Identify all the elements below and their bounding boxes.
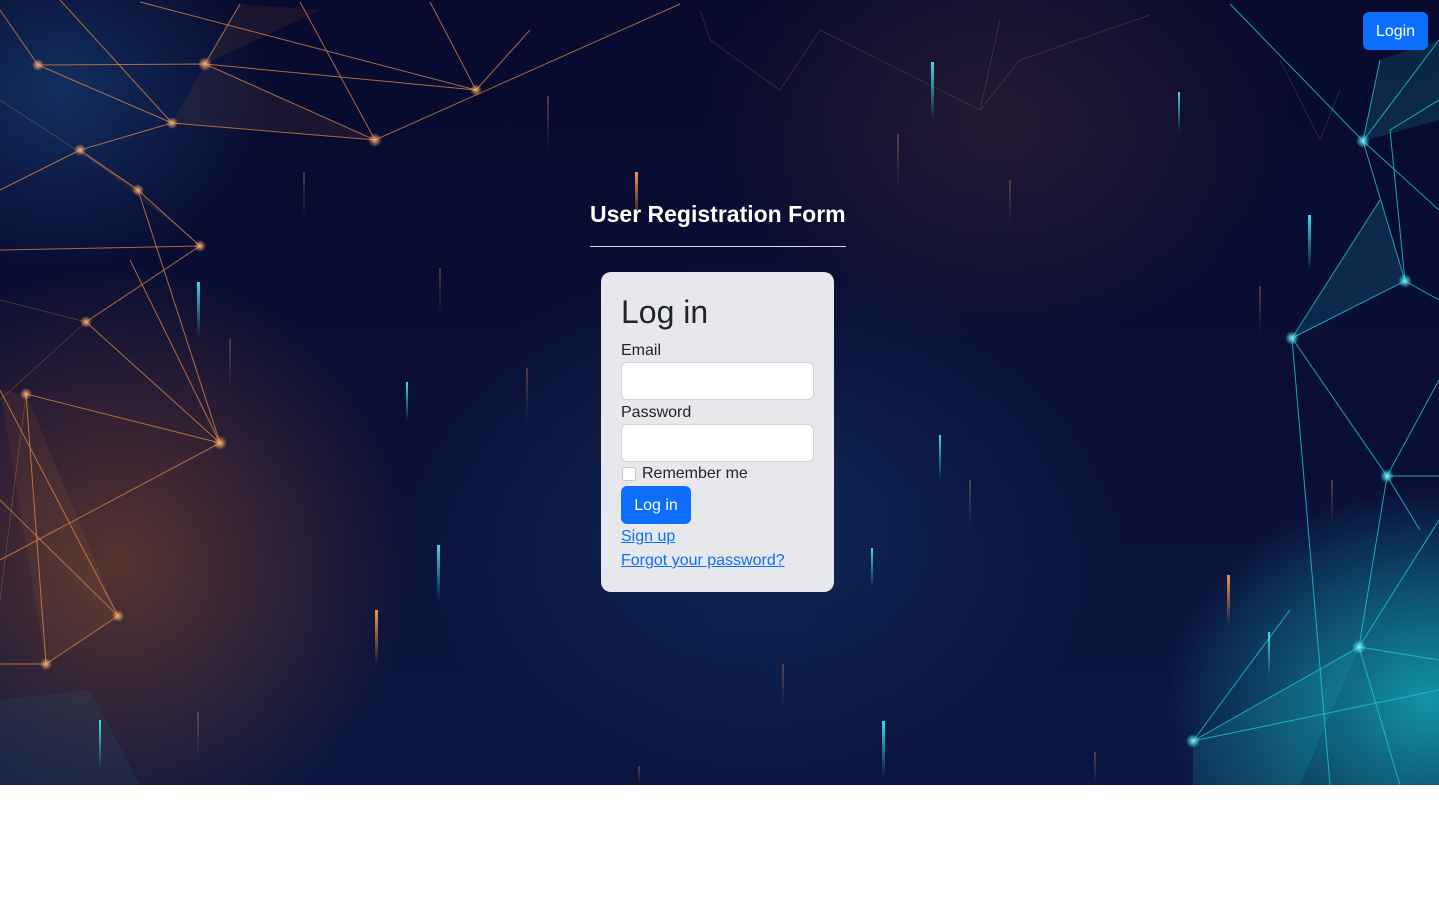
password-field[interactable] bbox=[621, 424, 814, 462]
header-login-button[interactable]: Login bbox=[1363, 12, 1428, 50]
hero-background: Login User Registration Form Log in Emai… bbox=[0, 0, 1439, 785]
forgot-password-link[interactable]: Forgot your password? bbox=[621, 551, 785, 571]
page-title: User Registration Form bbox=[590, 201, 846, 227]
remember-me-row: Remember me bbox=[622, 464, 748, 484]
login-submit-button[interactable]: Log in bbox=[621, 486, 691, 524]
login-card-title: Log in bbox=[621, 294, 709, 330]
email-field[interactable] bbox=[621, 362, 814, 400]
login-card: Log in Email Password Remember me Log in… bbox=[601, 272, 834, 592]
remember-me-checkbox[interactable] bbox=[622, 467, 636, 481]
title-divider bbox=[590, 246, 846, 247]
remember-me-label[interactable]: Remember me bbox=[642, 464, 748, 484]
sign-up-link[interactable]: Sign up bbox=[621, 527, 675, 547]
email-label: Email bbox=[621, 342, 662, 359]
password-label: Password bbox=[621, 404, 692, 421]
